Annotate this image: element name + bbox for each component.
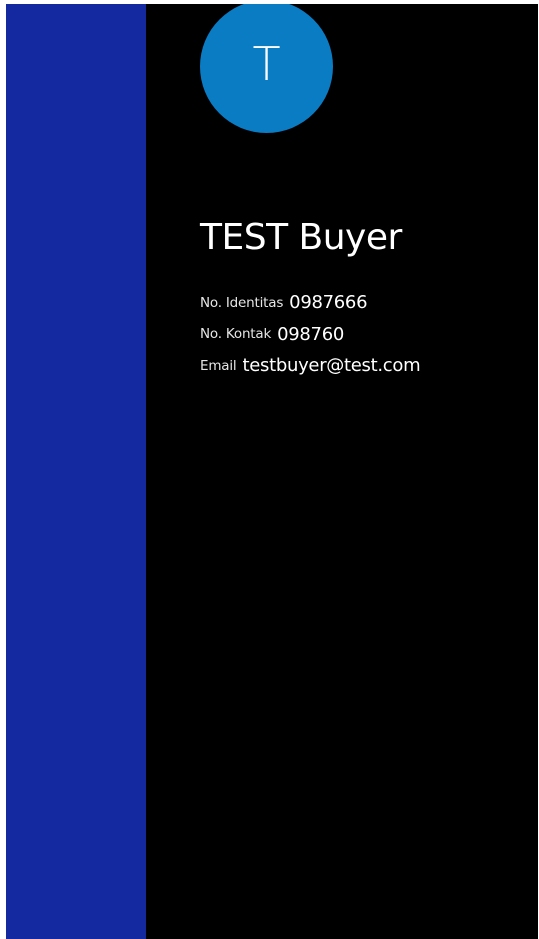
contact-value: 098760 (277, 323, 345, 345)
avatar-initial: T (252, 36, 281, 91)
profile-name: TEST Buyer (200, 217, 402, 258)
profile-info: No. Identitas 0987666 No. Kontak 098760 … (200, 287, 421, 382)
sidebar (6, 4, 146, 939)
profile-panel: T TEST Buyer No. Identitas 0987666 No. K… (146, 4, 538, 939)
identity-value: 0987666 (289, 292, 368, 314)
email-value: testbuyer@test.com (242, 355, 421, 377)
contact-label: No. Kontak (200, 326, 272, 343)
identity-row: No. Identitas 0987666 (200, 287, 420, 319)
identity-label: No. Identitas (200, 294, 284, 311)
app-frame: T TEST Buyer No. Identitas 0987666 No. K… (6, 4, 538, 939)
avatar: T (200, 4, 333, 133)
contact-row: No. Kontak 098760 (200, 319, 420, 351)
email-row: Email testbuyer@test.com (200, 350, 421, 382)
email-label: Email (200, 357, 237, 374)
